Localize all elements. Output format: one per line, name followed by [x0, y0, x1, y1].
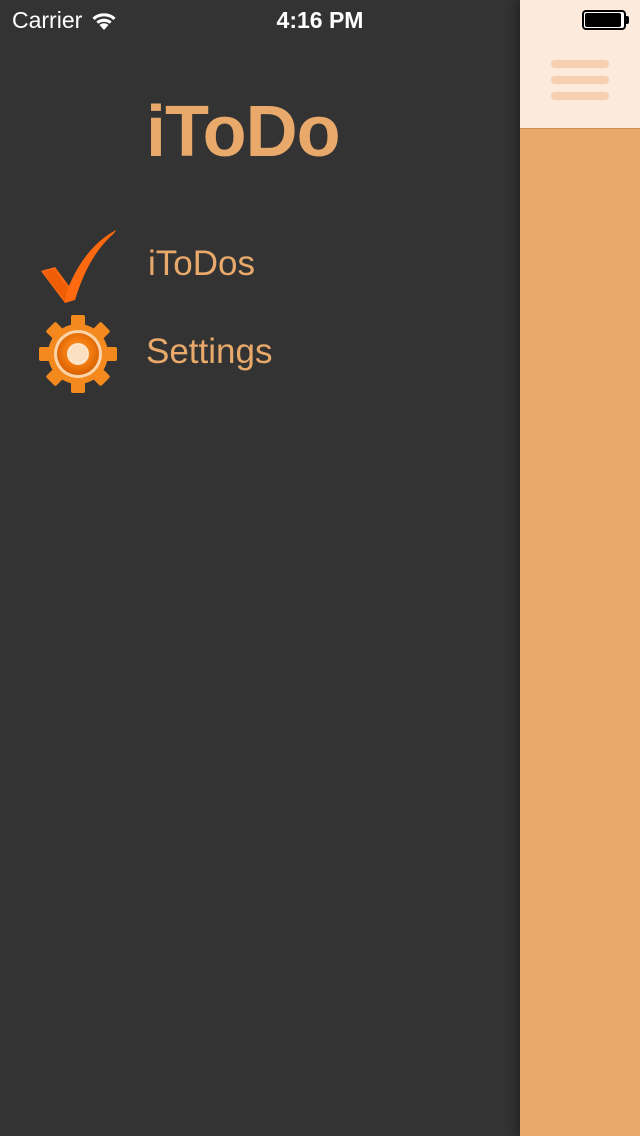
menu-item-label: iToDos — [148, 244, 255, 283]
gear-icon — [38, 314, 118, 394]
hamburger-menu-icon[interactable] — [551, 60, 609, 104]
menu-item-settings[interactable]: Settings — [0, 310, 520, 396]
menu-item-itodos[interactable]: iToDos — [0, 222, 520, 308]
status-time: 4:16 PM — [276, 7, 364, 33]
checkmark-icon — [38, 226, 118, 306]
side-menu: iToDo iToDos Settings — [0, 0, 520, 1136]
screen: iToDo iToDos Settings Carrier 4:16 PM — [0, 0, 640, 1136]
app-title: iToDo — [146, 92, 341, 172]
battery-full-icon — [582, 10, 629, 30]
hamburger-line — [551, 92, 609, 100]
status-bar: Carrier 4:16 PM — [0, 0, 640, 40]
menu-item-label: Settings — [146, 332, 273, 371]
content-panel[interactable] — [520, 0, 640, 1136]
hamburger-line — [551, 60, 609, 68]
hamburger-line — [551, 76, 609, 84]
